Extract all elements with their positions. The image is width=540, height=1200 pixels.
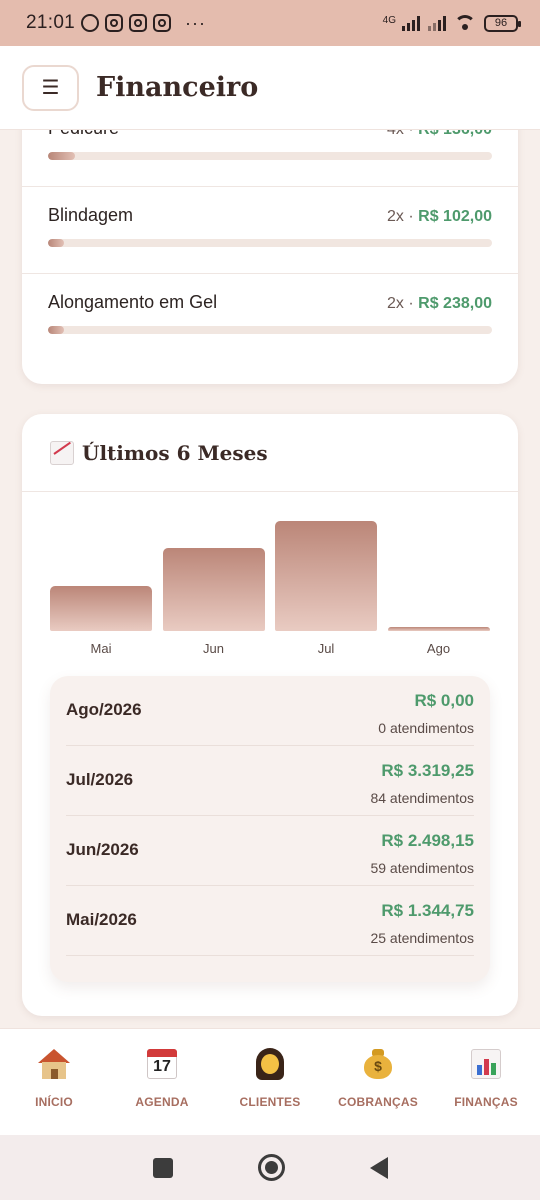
- month-label: Ago/2026: [66, 700, 142, 719]
- history-title: Últimos 6 Meses: [82, 440, 268, 465]
- nav-financas[interactable]: FINANÇAS: [432, 1029, 540, 1135]
- service-name: Pedicure: [48, 130, 119, 139]
- home-button[interactable]: [257, 1154, 285, 1181]
- service-meta: 2x · R$ 102,00: [387, 208, 492, 225]
- more-notifications-icon: ···: [185, 12, 207, 33]
- service-meta: 2x · R$ 238,00: [387, 295, 492, 312]
- chart-increasing-icon: [50, 440, 74, 465]
- instagram-icon: [129, 14, 148, 32]
- status-bar: 21:01 ··· 4G 96: [0, 0, 540, 46]
- service-progress-track: [48, 239, 492, 247]
- chart-x-label: Ago: [426, 641, 451, 656]
- service-value: R$ 238,00: [418, 295, 492, 312]
- month-label: Jun/2026: [66, 840, 139, 859]
- month-row[interactable]: Jul/2026 R$ 3.319,25 84 atendimentos: [66, 746, 474, 816]
- nav-label: FINANÇAS: [454, 1095, 518, 1109]
- instagram-icon: [153, 14, 172, 32]
- status-time: 21:01: [26, 12, 76, 33]
- month-appointments: 0 atendimentos: [378, 720, 474, 736]
- month-appointments: 84 atendimentos: [370, 790, 474, 806]
- nav-label: COBRANÇAS: [338, 1095, 418, 1109]
- chart-bar: [387, 627, 490, 631]
- instagram-icon: [105, 14, 124, 32]
- bottom-navigation: INÍCIO 17 AGENDA CLIENTES $ COBRANÇAS FI…: [0, 1028, 540, 1135]
- nav-inicio[interactable]: INÍCIO: [0, 1029, 108, 1135]
- service-item: Alongamento em Gel 2x · R$ 238,00: [22, 274, 518, 361]
- money-bag-icon: $: [361, 1047, 395, 1081]
- month-row[interactable]: Mai/2026 R$ 1.344,75 25 atendimentos: [66, 886, 474, 956]
- nav-label: AGENDA: [135, 1095, 189, 1109]
- service-item: Blindagem 2x · R$ 102,00: [22, 187, 518, 274]
- nav-agenda[interactable]: 17 AGENDA: [108, 1029, 216, 1135]
- month-label: Jul/2026: [66, 770, 134, 789]
- month-revenue: R$ 1.344,75: [381, 901, 474, 920]
- service-name: Blindagem: [48, 205, 134, 225]
- chart-bar: [50, 586, 152, 631]
- main-content[interactable]: Pedicure 4x · R$ 136,00 Blindagem 2x · R…: [0, 130, 540, 1028]
- back-button[interactable]: [369, 1156, 388, 1179]
- month-revenue: R$ 0,00: [414, 691, 474, 710]
- bar-chart-icon: [469, 1047, 503, 1081]
- service-value: R$ 102,00: [418, 208, 492, 225]
- nav-label: INÍCIO: [35, 1095, 73, 1109]
- service-progress-fill: [48, 326, 64, 334]
- service-value: R$ 136,00: [418, 130, 492, 138]
- month-appointments: 25 atendimentos: [370, 930, 474, 946]
- calendar-icon: 17: [145, 1047, 179, 1081]
- chart-x-label: Mai: [90, 641, 112, 656]
- monthly-summary-list: Ago/2026 R$ 0,00 0 atendimentos Jul/2026…: [50, 676, 490, 982]
- chart-x-label: Jul: [317, 641, 335, 656]
- top-services-card: Pedicure 4x · R$ 136,00 Blindagem 2x · R…: [22, 130, 518, 384]
- service-progress-fill: [48, 239, 64, 247]
- person-icon: [253, 1047, 287, 1081]
- month-row[interactable]: Ago/2026 R$ 0,00 0 atendimentos: [66, 676, 474, 746]
- signal-icon: [428, 15, 446, 31]
- status-notification-icons: ···: [81, 13, 206, 34]
- month-appointments: 59 atendimentos: [370, 860, 474, 876]
- service-progress-fill: [48, 152, 75, 160]
- page-title: Financeiro: [96, 72, 259, 103]
- chart-bar: [275, 521, 377, 631]
- monthly-bar-chart: Mai Jun Jul Ago: [22, 492, 518, 662]
- nav-label: CLIENTES: [239, 1095, 301, 1109]
- month-revenue: R$ 3.319,25: [381, 761, 474, 780]
- alarm-icon: [81, 14, 100, 32]
- hamburger-icon: ☰: [41, 77, 60, 99]
- menu-button[interactable]: ☰: [22, 64, 79, 111]
- history-card-header: Últimos 6 Meses: [22, 414, 518, 492]
- signal-icon: [402, 15, 420, 31]
- status-system-icons: 4G 96: [382, 14, 521, 32]
- nav-clientes[interactable]: CLIENTES: [216, 1029, 324, 1135]
- month-label: Mai/2026: [66, 910, 137, 929]
- service-progress-track: [48, 152, 492, 160]
- recent-apps-button[interactable]: [152, 1157, 173, 1178]
- chart-x-label: Jun: [203, 641, 224, 656]
- chart-bar: [162, 548, 265, 631]
- network-type: 4G: [382, 14, 396, 26]
- service-meta: 4x · R$ 136,00: [387, 130, 492, 139]
- service-item: Pedicure 4x · R$ 136,00: [22, 130, 518, 187]
- app-header: ☰ Financeiro: [0, 46, 540, 130]
- history-card: Últimos 6 Meses Mai Jun Jul Ago Ago/2026 R$…: [22, 414, 518, 1016]
- system-navigation-bar: [0, 1135, 540, 1200]
- month-row[interactable]: Jun/2026 R$ 2.498,15 59 atendimentos: [66, 816, 474, 886]
- nav-cobrancas[interactable]: $ COBRANÇAS: [324, 1029, 432, 1135]
- service-name: Alongamento em Gel: [48, 292, 218, 312]
- service-progress-track: [48, 326, 492, 334]
- month-revenue: R$ 2.498,15: [381, 831, 474, 850]
- wifi-icon: [454, 15, 476, 31]
- battery-icon: 96: [484, 14, 521, 32]
- house-icon: [37, 1047, 71, 1081]
